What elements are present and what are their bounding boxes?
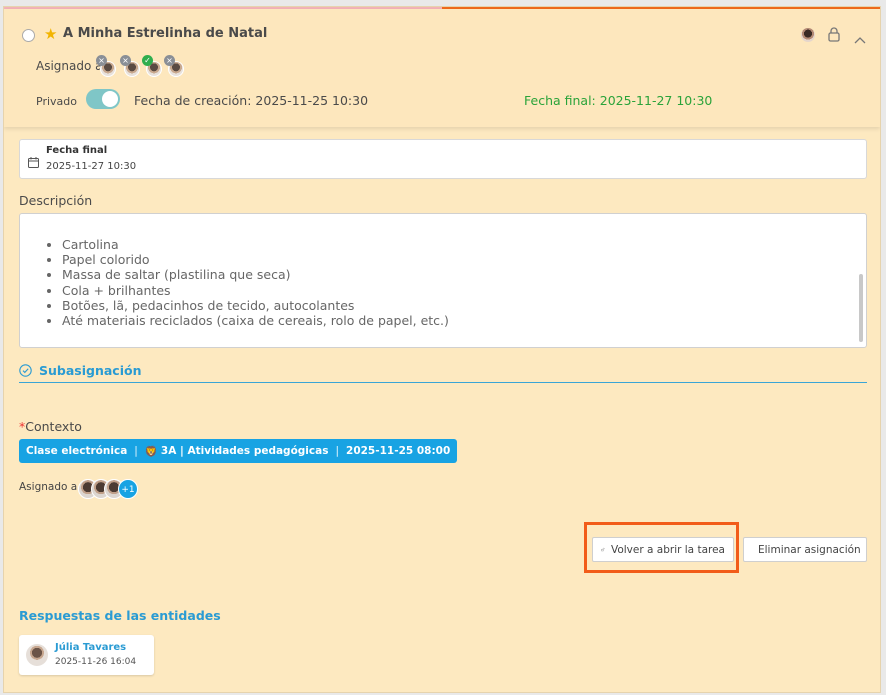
responses-label: Respuestas de las entidades (19, 608, 221, 623)
list-item: Cartolina (62, 237, 449, 252)
list-item: Massa de saltar (plastilina que seca) (62, 267, 449, 282)
task-panel: ★ A Minha Estrelinha de Natal Asignado a… (3, 6, 881, 693)
close-icon[interactable]: × (164, 55, 175, 66)
delete-assignment-button[interactable]: Eliminar asignación (743, 537, 867, 562)
close-icon[interactable]: × (96, 55, 107, 66)
subassignment-label: Subasignación (39, 363, 142, 378)
delete-label: Eliminar asignación (758, 543, 861, 556)
task-select-radio[interactable] (22, 29, 35, 42)
private-toggle[interactable] (86, 89, 120, 109)
task-header: ★ A Minha Estrelinha de Natal Asignado a… (4, 9, 880, 127)
end-date-label: Fecha final (46, 145, 108, 156)
reopen-task-button[interactable]: Volver a abrir la tarea (592, 537, 734, 562)
subassignment-section[interactable]: Subasignación (19, 361, 867, 383)
description-list: Cartolina Papel colorido Massa de saltar… (20, 237, 449, 328)
end-date-value: 2025-11-27 10:30 (46, 161, 137, 172)
response-name[interactable]: Júlia Tavares (55, 642, 126, 653)
assigned-avatar-stack[interactable]: +1 (78, 479, 148, 501)
avatar (26, 644, 48, 666)
task-title: A Minha Estrelinha de Natal (63, 26, 268, 41)
divider: | (335, 445, 340, 457)
scrollbar[interactable] (859, 274, 863, 342)
context-label: *Contexto (19, 419, 82, 434)
owner-avatar[interactable] (801, 28, 815, 42)
context-label-text: Contexto (25, 419, 82, 434)
context-class-type: Clase electrónica (26, 445, 128, 457)
more-avatars-badge[interactable]: +1 (118, 479, 138, 499)
response-card[interactable]: Júlia Tavares 2025-11-26 16:04 (19, 635, 154, 675)
assigned-avatars: × × ✓ × (94, 55, 194, 79)
divider: | (134, 445, 138, 457)
check-circle-icon (19, 362, 32, 381)
response-time: 2025-11-26 16:04 (55, 657, 137, 667)
list-item: Botões, lã, pedacinhos de tecido, autoco… (62, 298, 449, 313)
private-label: Privado (36, 95, 77, 108)
description-label: Descripción (19, 193, 93, 208)
final-date: Fecha final: 2025-11-27 10:30 (524, 93, 713, 108)
chevron-up-icon[interactable] (854, 29, 866, 48)
assigned-label: Asignado a (19, 481, 78, 493)
list-item: Até materiais reciclados (caixa de cerea… (62, 313, 449, 328)
star-icon[interactable]: ★ (44, 25, 57, 43)
assigned-label: Asignado a (36, 59, 103, 73)
close-icon[interactable]: × (120, 55, 131, 66)
context-chip[interactable]: Clase electrónica | 🦁 3A | Atividades pe… (19, 439, 458, 463)
lion-icon: 🦁 (144, 445, 158, 458)
context-group: 3A | Atividades pedagógicas (160, 445, 329, 457)
description-editor[interactable]: Cartolina Papel colorido Massa de saltar… (19, 213, 867, 348)
context-datetime: 2025-11-25 08:00 (346, 445, 451, 457)
calendar-icon (28, 153, 39, 172)
list-item: Papel colorido (62, 252, 449, 267)
toggle-knob (102, 91, 118, 107)
reopen-label: Volver a abrir la tarea (610, 543, 725, 556)
list-item: Cola + brilhantes (62, 283, 449, 298)
created-date: Fecha de creación: 2025-11-25 10:30 (134, 93, 369, 108)
unlock-icon (601, 547, 605, 552)
check-icon: ✓ (142, 55, 153, 66)
end-date-field[interactable]: Fecha final 2025-11-27 10:30 (19, 139, 867, 179)
lock-icon[interactable] (827, 26, 841, 46)
